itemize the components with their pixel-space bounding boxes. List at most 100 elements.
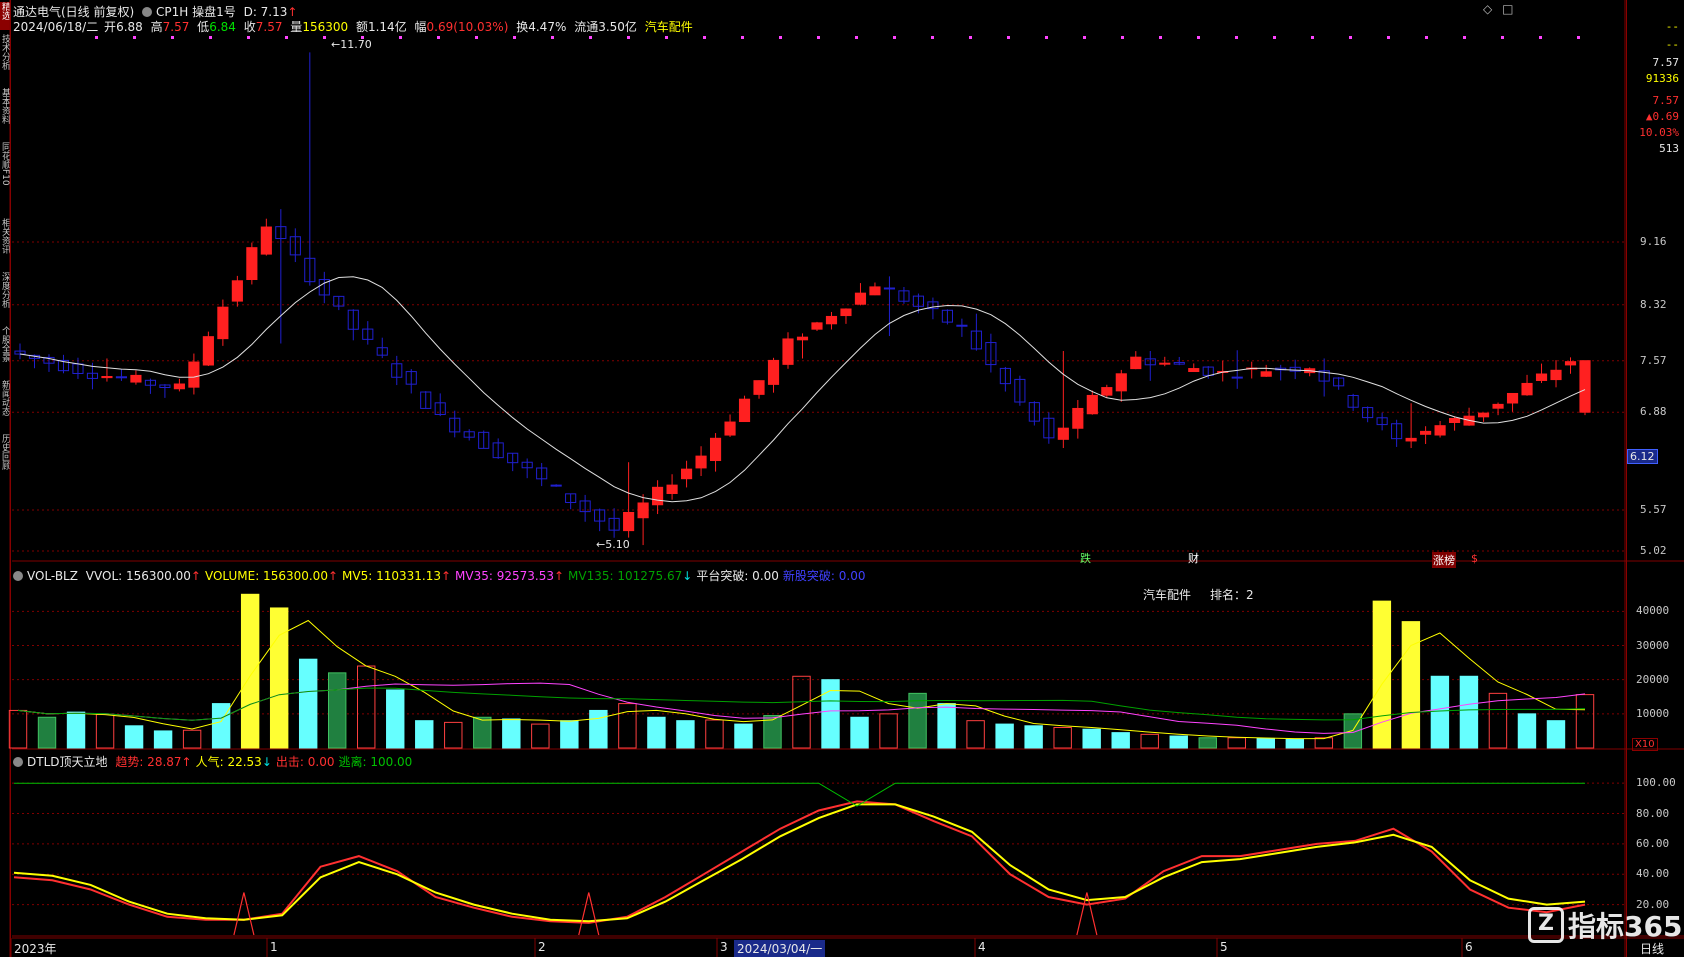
- indicator-name[interactable]: DTLD顶天立地: [27, 755, 108, 769]
- volume-bar: [298, 658, 318, 749]
- candle-body: [637, 502, 649, 519]
- volume-bar: [502, 718, 521, 749]
- price-tick-0: 9.16: [1640, 235, 1667, 248]
- volume-bar: [1082, 728, 1101, 749]
- candle-body: [1130, 356, 1142, 370]
- volume-bar: [966, 720, 985, 749]
- marker-dollar[interactable]: $: [1471, 552, 1478, 565]
- candle-body: [724, 421, 736, 436]
- volume-bar: [1169, 735, 1188, 749]
- volume-bar: [1111, 732, 1130, 749]
- candle-body: [825, 315, 838, 325]
- signal-dot: [285, 36, 288, 39]
- signal-dot: [399, 36, 402, 39]
- candle-body: [1506, 392, 1519, 404]
- volume-bar: [1053, 727, 1072, 749]
- volume-header: VOL-BLZ VVOL: 156300.00↑ VOLUME: 156300.0…: [13, 567, 869, 584]
- volume-bar: [647, 716, 666, 749]
- current-price-pill: 6.12: [1627, 449, 1658, 464]
- candle-body: [883, 287, 896, 290]
- low-annotation-value: 5.10: [605, 538, 630, 551]
- candle-body: [869, 286, 881, 296]
- candle-body: [738, 398, 751, 423]
- candle-body: [753, 380, 765, 395]
- volume-legend-1: VOLUME: 156300.00↑: [204, 569, 339, 583]
- indicator-line-0: [13, 800, 1586, 924]
- marker-cai[interactable]: 财: [1188, 550, 1199, 566]
- signal-dot: [1387, 36, 1390, 39]
- indicator-settings-icon[interactable]: [13, 757, 23, 767]
- volume-legend-arrow-0: ↑: [190, 569, 201, 583]
- sector-rank-label: 汽车配件: [1143, 588, 1192, 602]
- signal-dot: [247, 36, 250, 39]
- signal-dot: [779, 36, 782, 39]
- candle-body: [1449, 417, 1461, 423]
- candle-body: [956, 324, 968, 327]
- signal-dot: [1197, 36, 1200, 39]
- time-label-3: 3: [720, 940, 728, 954]
- volume-settings-icon[interactable]: [13, 571, 23, 581]
- candle-body: [1101, 387, 1113, 396]
- candle-body: [796, 336, 809, 341]
- volume-bar: [240, 593, 260, 749]
- volume-bar: [1459, 675, 1479, 749]
- candle-body: [550, 484, 562, 487]
- volume-bar: [415, 720, 434, 749]
- signal-dot: [627, 36, 630, 39]
- signal-dot: [1007, 36, 1010, 39]
- signal-dot: [665, 36, 668, 39]
- candle-body: [681, 468, 693, 480]
- candle-body: [854, 292, 867, 305]
- volume-bar: [1024, 725, 1043, 749]
- volume-legend-6: 新股突破: 0.00: [782, 569, 866, 583]
- marker-zhang[interactable]: 涨榜: [1432, 552, 1456, 568]
- volume-tick-2: 20000: [1636, 672, 1670, 686]
- candle-body: [1260, 371, 1272, 377]
- volume-bar: [879, 713, 898, 749]
- signal-dot: [589, 36, 592, 39]
- signal-dot: [969, 36, 972, 39]
- signal-dot: [893, 36, 896, 39]
- marker-die[interactable]: 跌: [1080, 550, 1091, 566]
- volume-legend-arrow-4: ↓: [682, 569, 693, 583]
- volume-bar: [1546, 720, 1566, 749]
- attack-spike: [233, 892, 255, 936]
- indicator-legend-0: 趋势: 28.87↑: [115, 755, 192, 769]
- volume-panel: [8, 593, 1595, 749]
- candle-body: [1477, 412, 1490, 418]
- volume-bar: [937, 703, 956, 749]
- marker-bang-text: 榜: [1444, 554, 1455, 567]
- watermark: Z 指标365: [1528, 905, 1682, 945]
- volume-unit: X10: [1632, 738, 1658, 751]
- indicator-line-3: [14, 782, 1585, 807]
- volume-bar: [1140, 733, 1159, 749]
- signal-dot: [1083, 36, 1086, 39]
- moving-average-line: [19, 276, 1586, 503]
- volume-bar: [182, 729, 202, 749]
- candle-body: [1521, 382, 1533, 396]
- volume-bar: [95, 714, 115, 749]
- signal-dot: [817, 36, 820, 39]
- indicator-panel: [13, 782, 1586, 936]
- volume-bar: [1372, 600, 1392, 749]
- candle-body: [173, 383, 185, 390]
- volume-bar: [589, 709, 608, 749]
- signal-dot: [1539, 36, 1542, 39]
- candle-body: [1405, 437, 1417, 442]
- stock-chart[interactable]: [0, 0, 1684, 957]
- indicator-legend-2: 出击: 0.00: [275, 755, 335, 769]
- volume-bar: [1198, 737, 1217, 749]
- signal-dot: [1121, 36, 1124, 39]
- volume-legend-arrow-1: ↑: [327, 569, 339, 583]
- candle-body: [1434, 425, 1446, 436]
- signal-dot: [551, 36, 554, 39]
- candle-body: [709, 437, 722, 462]
- volume-bar: [676, 720, 695, 749]
- volume-bar: [1256, 737, 1276, 749]
- volume-bar: [269, 607, 289, 749]
- time-label-2: 2: [538, 940, 546, 954]
- volume-bar: [1227, 737, 1246, 749]
- indicator-tick-3: 40.00: [1636, 867, 1670, 881]
- volume-legend-arrow-2: ↑: [440, 569, 452, 583]
- volume-name[interactable]: VOL-BLZ: [27, 569, 78, 583]
